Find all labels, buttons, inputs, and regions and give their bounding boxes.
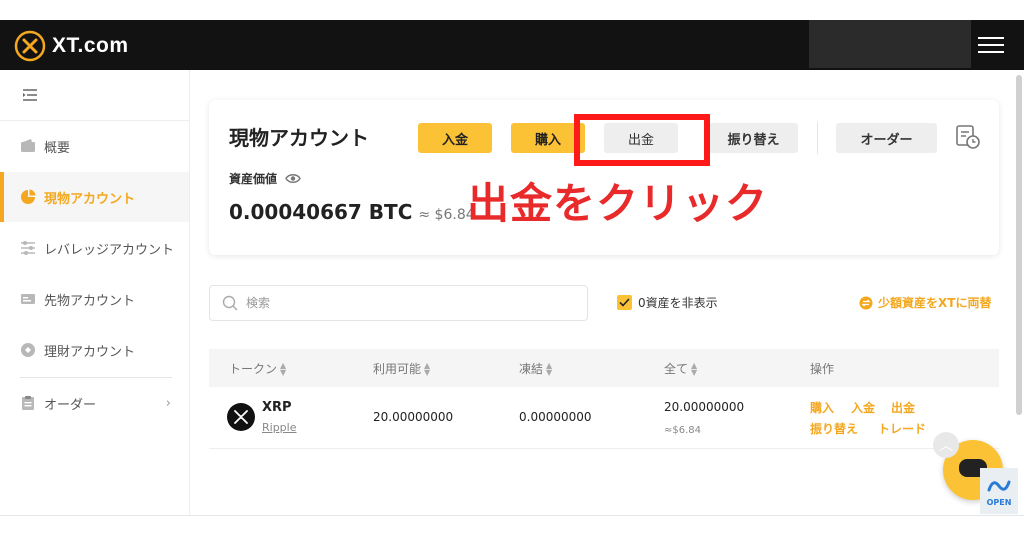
sidebar-item-margin-account[interactable]: レバレッジアカウント bbox=[0, 223, 189, 273]
page-scrollbar[interactable] bbox=[1016, 75, 1022, 415]
row-deposit-link[interactable]: 入金 bbox=[851, 399, 875, 416]
convert-small-label: 少額資産をXTに両替 bbox=[878, 296, 992, 310]
sort-icon: ▲ ▼ bbox=[280, 360, 287, 377]
search-icon bbox=[222, 295, 238, 311]
scroll-top-button[interactable]: ︿ bbox=[933, 432, 959, 458]
sidebar-item-spot-account[interactable]: 現物アカウント bbox=[0, 172, 189, 222]
withdraw-highlight-box bbox=[574, 114, 710, 166]
sidebar-item-overview[interactable]: 概要 bbox=[0, 121, 189, 171]
convert-small-assets-link[interactable]: 少額資産をXTに両替 bbox=[859, 294, 999, 311]
search-input[interactable] bbox=[246, 296, 566, 310]
sidebar-item-label: レバレッジアカウント bbox=[44, 242, 175, 258]
page-title: 現物アカウント bbox=[229, 126, 369, 150]
masked-user-area bbox=[809, 20, 971, 68]
eye-icon[interactable] bbox=[285, 173, 301, 184]
order-button[interactable]: オーダー bbox=[836, 123, 937, 153]
total-usd: ≈$6.84 bbox=[664, 425, 702, 436]
sort-icon: ▲ ▼ bbox=[424, 360, 431, 377]
column-header-available[interactable]: 利用可能 ▲ ▼ bbox=[373, 360, 430, 377]
hamburger-menu-icon[interactable] bbox=[978, 37, 1004, 55]
row-trade-link[interactable]: トレード bbox=[878, 420, 926, 437]
checkbox-checked-icon[interactable] bbox=[617, 295, 632, 310]
column-label: 凍結 bbox=[519, 362, 544, 376]
sidebar-item-label: 現物アカウント bbox=[44, 191, 136, 207]
xt-logo-icon bbox=[14, 30, 46, 62]
sidebar-item-earn-account[interactable]: 理財アカウント bbox=[0, 325, 189, 375]
token-symbol: XRP bbox=[262, 400, 292, 415]
sliders-icon bbox=[21, 241, 35, 255]
brand-text: XT.com bbox=[52, 34, 129, 57]
column-label: 全て bbox=[664, 362, 689, 376]
annotation-text: 出金をクリック bbox=[467, 179, 769, 228]
chevron-right-icon: › bbox=[165, 395, 171, 411]
card-icon bbox=[21, 294, 35, 304]
transfer-button[interactable]: 振り替え bbox=[709, 123, 798, 153]
sidebar: 概要 現物アカウント レバレッジアカウント 先物アカウント 理財アカウント オー… bbox=[0, 70, 190, 515]
open-badge-icon bbox=[987, 480, 1011, 491]
open-badge-label: OPEN bbox=[986, 497, 1012, 507]
search-box[interactable] bbox=[209, 285, 588, 321]
hide-zero-label: 0資産を非表示 bbox=[638, 296, 718, 310]
asset-value-label: 資産価値 bbox=[229, 170, 301, 187]
chevron-up-icon: ︿ bbox=[939, 438, 953, 454]
asset-value: 0.00040667 BTC ≈ $6.84 bbox=[229, 200, 475, 224]
open-badge[interactable]: OPEN bbox=[980, 468, 1018, 514]
tag-icon bbox=[21, 343, 35, 357]
row-buy-link[interactable]: 購入 bbox=[810, 399, 834, 416]
row-transfer-link[interactable]: 振り替え bbox=[810, 420, 858, 437]
total-amount: 20.00000000 bbox=[664, 400, 745, 414]
xt-logo[interactable]: XT.com bbox=[14, 30, 129, 62]
clipboard-icon bbox=[22, 396, 34, 410]
exchange-icon bbox=[859, 296, 873, 309]
menu-collapse-icon[interactable] bbox=[22, 88, 38, 102]
button-divider bbox=[817, 122, 818, 154]
table-row: XRP Ripple 20.00000000 0.00000000 20.000… bbox=[209, 387, 999, 449]
available-amount: 20.00000000 bbox=[373, 410, 454, 424]
sidebar-item-orders[interactable]: オーダー › bbox=[0, 378, 189, 428]
column-header-token[interactable]: トークン ▲ ▼ bbox=[229, 360, 286, 377]
column-header-actions: 操作 bbox=[810, 360, 834, 377]
hide-zero-assets-toggle[interactable]: 0資産を非表示 bbox=[617, 294, 718, 311]
asset-label-text: 資産価値 bbox=[229, 172, 278, 186]
column-header-frozen[interactable]: 凍結 ▲ ▼ bbox=[519, 360, 552, 377]
pie-chart-icon bbox=[21, 189, 36, 204]
page-bottom-divider bbox=[0, 515, 1024, 516]
column-label: トークン bbox=[229, 362, 278, 376]
xrp-coin-icon bbox=[227, 403, 255, 431]
sort-icon: ▲ ▼ bbox=[546, 360, 553, 377]
column-label: 利用可能 bbox=[373, 362, 422, 376]
column-label: 操作 bbox=[810, 362, 835, 376]
sort-icon: ▲ ▼ bbox=[691, 360, 698, 377]
sidebar-item-label: 概要 bbox=[44, 140, 71, 156]
asset-table-header: トークン ▲ ▼ 利用可能 ▲ ▼ 凍結 ▲ ▼ 全て ▲ ▼ 操作 bbox=[209, 349, 999, 387]
sidebar-item-label: オーダー bbox=[44, 397, 97, 413]
column-header-total[interactable]: 全て ▲ ▼ bbox=[664, 360, 697, 377]
asset-btc-amount: 0.00040667 BTC bbox=[229, 200, 413, 224]
history-icon[interactable] bbox=[955, 124, 981, 150]
frozen-amount: 0.00000000 bbox=[519, 410, 592, 424]
sidebar-item-label: 理財アカウント bbox=[44, 344, 136, 360]
deposit-button[interactable]: 入金 bbox=[418, 123, 492, 153]
token-name-link[interactable]: Ripple bbox=[262, 421, 297, 434]
row-withdraw-link[interactable]: 出金 bbox=[891, 399, 915, 416]
wallet-icon bbox=[21, 139, 35, 152]
sidebar-item-label: 先物アカウント bbox=[44, 293, 136, 309]
top-bar: XT.com bbox=[0, 20, 1024, 70]
sidebar-item-futures-account[interactable]: 先物アカウント bbox=[0, 274, 189, 324]
